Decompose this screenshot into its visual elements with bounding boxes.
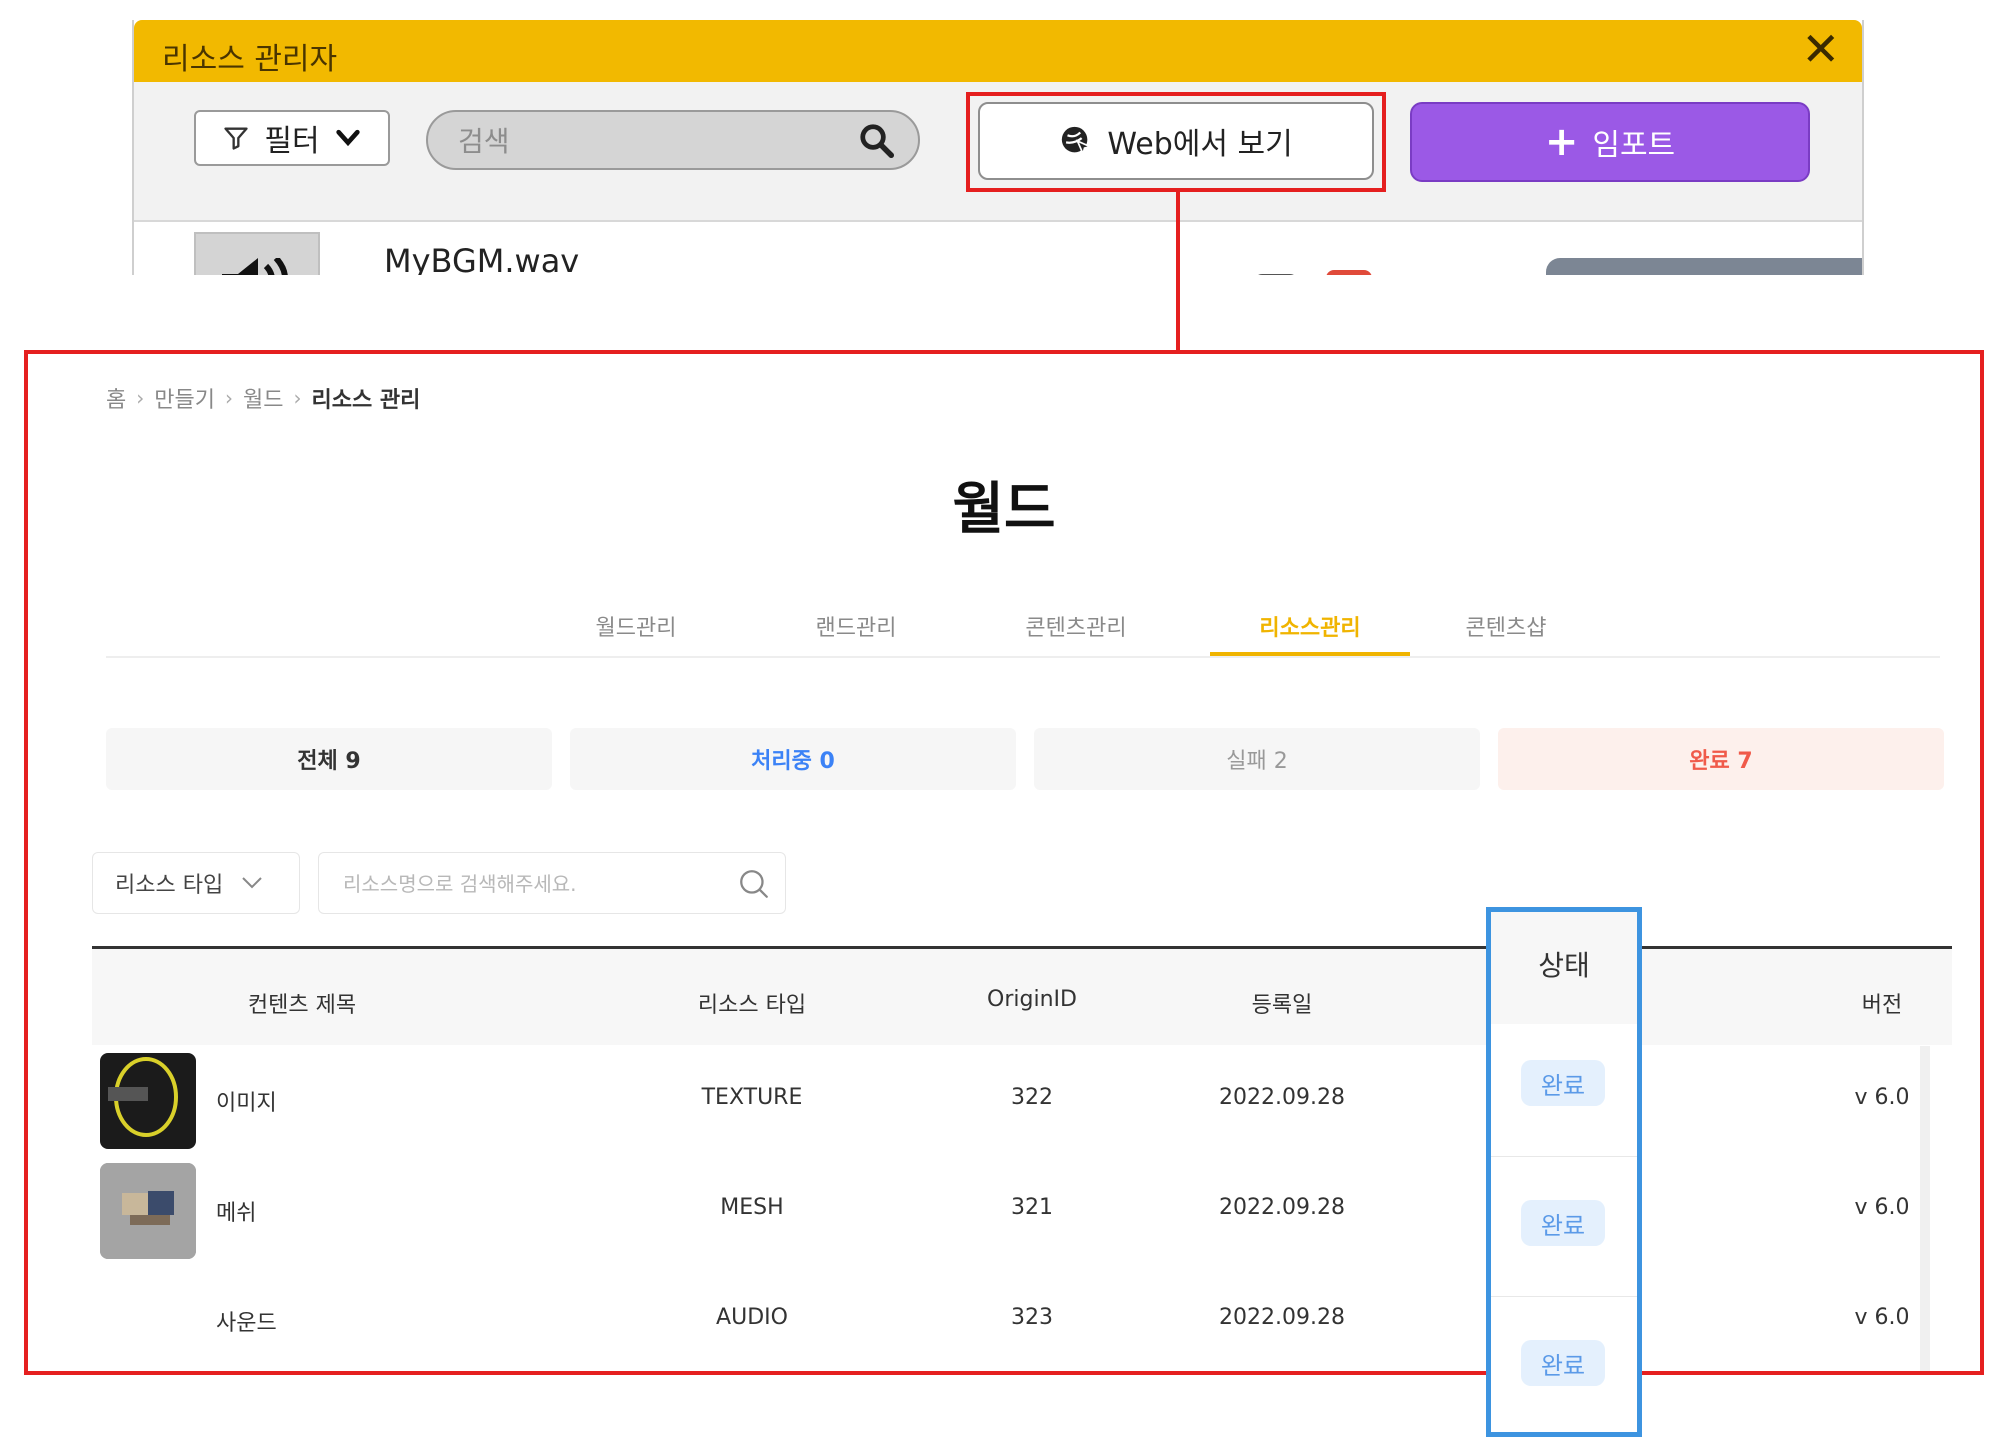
titlebar: 리소스 관리자 ✕ <box>134 20 1862 82</box>
status-column-highlight: 상태 완료 완료 완료 <box>1486 907 1642 1437</box>
row-version: v 6.0 <box>1854 1305 1910 1330</box>
row-title: 사운드 <box>216 1311 277 1336</box>
table-row[interactable]: 메쉬 MESH 321 2022.09.28 v 6.0 <box>92 1155 1952 1266</box>
web-resource-page: 홈 › 만들기 › 월드 › 리소스 관리 월드 월드관리 랜드관리 콘텐츠관리… <box>24 350 1984 1375</box>
window-title: 리소스 관리자 <box>162 42 338 77</box>
row-date: 2022.09.28 <box>1219 1305 1345 1330</box>
trash-icon[interactable] <box>1326 270 1372 275</box>
table-row[interactable]: 이미지 TEXTURE 322 2022.09.28 v 6.0 <box>92 1045 1952 1156</box>
resource-type-select[interactable]: 리소스 타입 <box>92 852 300 914</box>
tab-bar: 월드관리 랜드관리 콘텐츠관리 리소스관리 콘텐츠샵 <box>106 596 1940 658</box>
search-bar[interactable] <box>426 110 920 170</box>
web-view-button[interactable]: Web에서 보기 <box>978 102 1374 180</box>
breadcrumb-current: 리소스 관리 <box>311 388 421 413</box>
web-view-label: Web에서 보기 <box>1107 127 1293 162</box>
col-origin-id: OriginID <box>987 987 1077 1012</box>
tab-world-manage[interactable]: 월드관리 <box>566 610 706 642</box>
close-icon[interactable]: ✕ <box>1801 22 1840 76</box>
col-title: 컨텐츠 제목 <box>247 993 357 1018</box>
breadcrumb: 홈 › 만들기 › 월드 › 리소스 관리 <box>106 382 420 414</box>
row-version: v 6.0 <box>1854 1085 1910 1110</box>
row-type: AUDIO <box>716 1305 788 1330</box>
tab-content-shop[interactable]: 콘텐츠샵 <box>1426 610 1586 642</box>
filter-label: 필터 <box>264 124 320 159</box>
row-divider <box>1491 1296 1637 1297</box>
tab-content-manage[interactable]: 콘텐츠관리 <box>986 610 1166 642</box>
funnel-icon <box>224 127 249 150</box>
col-type: 리소스 타입 <box>697 993 807 1018</box>
table-header: 컨텐츠 제목 리소스 타입 OriginID 등록일 버전 <box>92 949 1952 1045</box>
search-input[interactable] <box>456 120 840 162</box>
row-divider <box>1491 1156 1637 1157</box>
row-title: 이미지 <box>216 1091 277 1116</box>
chevron-down-icon <box>335 129 360 147</box>
status-badge: 완료 <box>1521 1340 1605 1386</box>
page-title: 월드 <box>952 477 1056 542</box>
speaker-icon <box>222 258 288 275</box>
search-icon[interactable] <box>737 867 771 901</box>
search-icon[interactable] <box>858 122 896 160</box>
tab-resource-manage[interactable]: 리소스관리 <box>1210 610 1410 642</box>
status-card-failed[interactable]: 실패 2 <box>1034 728 1480 790</box>
file-name: MyBGM.wav <box>384 242 580 275</box>
texture-thumbnail <box>100 1053 196 1149</box>
status-column-header: 상태 <box>1491 912 1637 1024</box>
globe-cursor-icon <box>1062 126 1094 157</box>
magnify-icon[interactable] <box>1254 274 1298 275</box>
connector-line <box>1176 192 1180 352</box>
row-type: MESH <box>720 1195 784 1220</box>
breadcrumb-create[interactable]: 만들기 <box>154 382 215 414</box>
row-version: v 6.0 <box>1854 1195 1910 1220</box>
resource-search-input[interactable] <box>341 865 725 903</box>
tab-land-manage[interactable]: 랜드관리 <box>786 610 926 642</box>
row-origin-id: 322 <box>1011 1085 1053 1110</box>
plus-icon: + <box>1544 119 1579 165</box>
import-button[interactable]: + 임포트 <box>1410 102 1810 182</box>
col-status: 상태 <box>1538 949 1590 982</box>
table-row[interactable]: 사운드 AUDIO 323 2022.09.28 v 6.0 <box>92 1265 1952 1371</box>
chevron-right-icon: › <box>224 386 233 410</box>
file-row[interactable]: MyBGM.wav <box>134 222 1862 275</box>
breadcrumb-home[interactable]: 홈 <box>106 382 126 414</box>
table-scrollbar[interactable] <box>1920 1046 1930 1371</box>
import-label: 임포트 <box>1592 128 1676 163</box>
row-origin-id: 323 <box>1011 1305 1053 1330</box>
chevron-right-icon: › <box>293 386 302 410</box>
status-card-complete[interactable]: 완료 7 <box>1498 728 1944 790</box>
status-badge: 완료 <box>1521 1200 1605 1246</box>
row-title: 메쉬 <box>216 1201 257 1226</box>
mesh-thumbnail <box>100 1163 196 1259</box>
row-type: TEXTURE <box>701 1085 803 1110</box>
upload-button[interactable] <box>1546 258 1862 275</box>
status-card-all[interactable]: 전체 9 <box>106 728 552 790</box>
col-version: 버전 <box>1861 993 1903 1018</box>
breadcrumb-world[interactable]: 월드 <box>243 382 283 414</box>
resource-type-label: 리소스 타입 <box>115 873 224 898</box>
status-card-processing[interactable]: 처리중 0 <box>570 728 1016 790</box>
chevron-right-icon: › <box>136 386 145 410</box>
status-badge: 완료 <box>1521 1060 1605 1106</box>
audio-thumbnail <box>194 232 320 275</box>
filter-dropdown[interactable]: 필터 <box>194 110 390 166</box>
chevron-down-icon <box>242 877 262 889</box>
resource-search[interactable] <box>318 852 786 914</box>
col-date: 등록일 <box>1251 993 1313 1018</box>
row-origin-id: 321 <box>1011 1195 1053 1220</box>
row-date: 2022.09.28 <box>1219 1085 1345 1110</box>
row-date: 2022.09.28 <box>1219 1195 1345 1220</box>
active-tab-indicator <box>1210 652 1410 656</box>
